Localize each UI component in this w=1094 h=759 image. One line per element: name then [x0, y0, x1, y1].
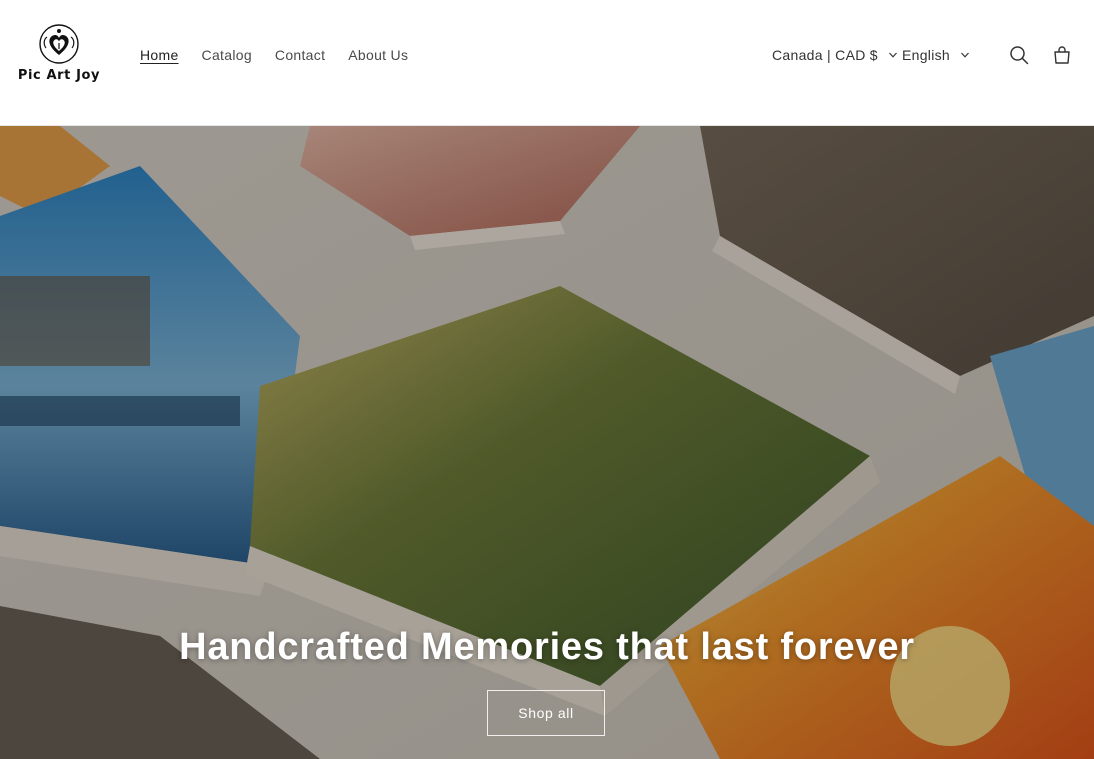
nav-item-home[interactable]: Home: [140, 45, 179, 65]
search-icon: [1010, 46, 1029, 65]
search-button[interactable]: [1004, 40, 1034, 70]
language-selector[interactable]: English: [902, 45, 970, 65]
main-nav: Home Catalog Contact About Us: [140, 45, 408, 65]
logo[interactable]: Pic Art Joy: [14, 22, 104, 92]
nav-item-about-us[interactable]: About Us: [348, 45, 408, 65]
hero-headline: Handcrafted Memories that last forever: [179, 626, 915, 668]
language-selector-value: English: [902, 47, 951, 63]
nav-item-contact[interactable]: Contact: [275, 45, 325, 65]
cart-icon: [1054, 46, 1070, 64]
site-header: Pic Art Joy Home Catalog Contact About U…: [0, 0, 1094, 126]
nav-item-catalog[interactable]: Catalog: [202, 45, 252, 65]
logo-emblem-icon: [39, 24, 79, 64]
hero-banner: Handcrafted Memories that last forever S…: [0, 126, 1094, 759]
shop-all-button[interactable]: Shop all: [487, 690, 605, 736]
chevron-down-icon: [888, 52, 897, 58]
chevron-down-icon: [961, 52, 969, 58]
cart-button[interactable]: [1047, 40, 1077, 70]
country-selector-value: Canada | CAD $: [772, 47, 878, 63]
logo-text: Pic Art Joy: [17, 68, 101, 83]
country-selector[interactable]: Canada | CAD $: [772, 45, 898, 65]
